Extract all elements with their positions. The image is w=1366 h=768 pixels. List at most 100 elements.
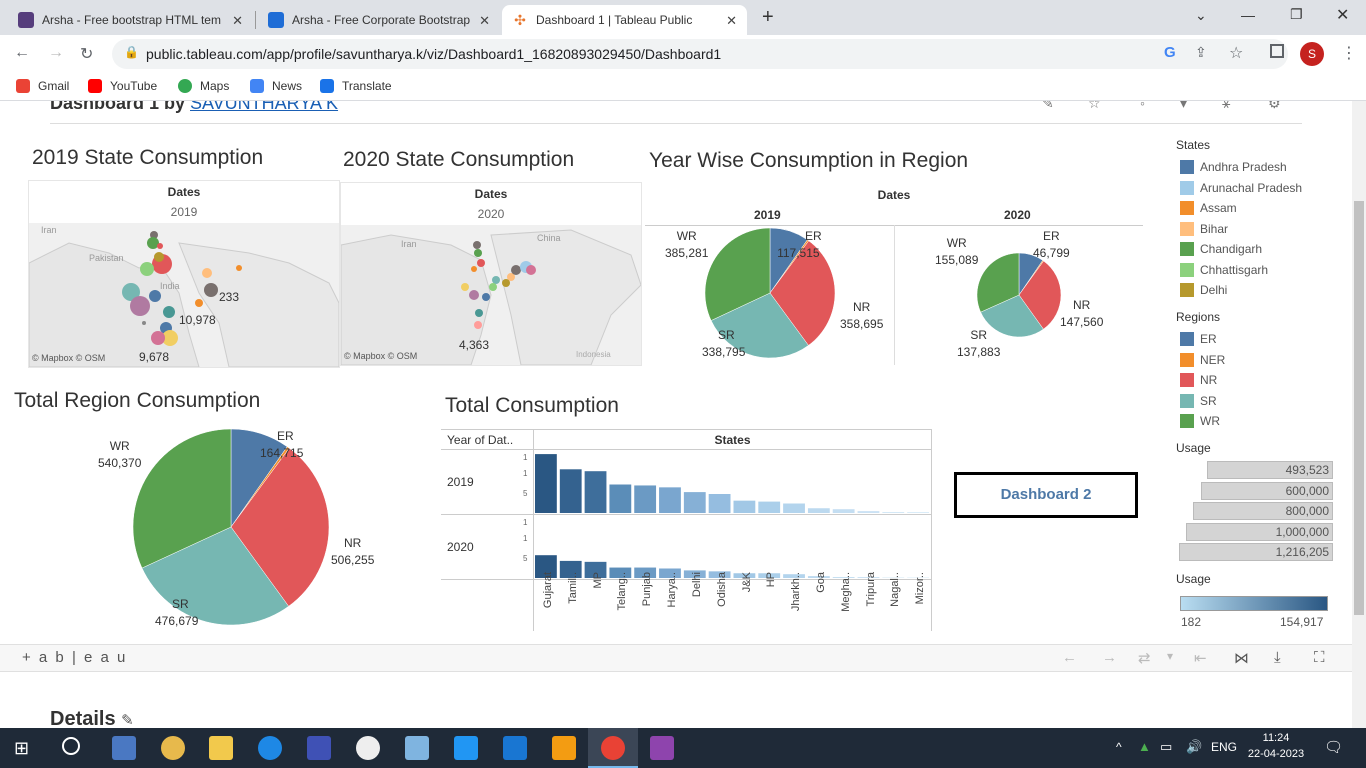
calendar-icon[interactable]	[503, 736, 527, 760]
edge-icon[interactable]	[258, 736, 282, 760]
omnibox[interactable]: 🔒 public.tableau.com/app/profile/savunth…	[112, 39, 1288, 69]
close-icon[interactable]: ✕	[479, 13, 490, 29]
star-icon[interactable]: ☆	[1229, 43, 1243, 63]
pc-icon[interactable]	[112, 736, 136, 760]
language-indicator[interactable]: ENG	[1211, 740, 1237, 754]
legend-item[interactable]: Andhra Pradesh	[1180, 160, 1287, 174]
views-icon[interactable]: ◦	[1140, 101, 1145, 111]
close-window-icon[interactable]: ✕	[1336, 5, 1349, 25]
tray-up-icon[interactable]: ^	[1116, 740, 1122, 754]
x-tick-label: J&K	[740, 572, 753, 593]
bar-2019-9[interactable]	[758, 501, 781, 513]
app-icon[interactable]	[405, 736, 429, 760]
bar-2019-10[interactable]	[783, 503, 805, 514]
legend-item[interactable]: Chhattisgarh	[1180, 262, 1268, 277]
bookmark-maps[interactable]: Maps	[178, 79, 229, 93]
network-icon[interactable]: ⚹	[1222, 101, 1230, 112]
legend-item[interactable]: ER	[1180, 332, 1217, 346]
fullscreen-icon[interactable]: ⛶	[1314, 649, 1325, 666]
legend-item[interactable]: NR	[1180, 373, 1217, 387]
dashboard-2-button[interactable]: Dashboard 2	[954, 472, 1138, 518]
bar-2019-6[interactable]	[683, 492, 706, 513]
page-scrollbar[interactable]	[1352, 101, 1366, 728]
bar-2019-12[interactable]	[832, 509, 855, 513]
tray-app-icon[interactable]: ▲	[1138, 739, 1151, 754]
pencil-icon[interactable]: ✎	[121, 712, 134, 729]
settings-icon[interactable]: ⚙	[1268, 101, 1281, 112]
share-icon[interactable]: ⋈	[1234, 649, 1249, 667]
bar-2019-14[interactable]	[882, 512, 905, 513]
sidepanel-icon[interactable]	[1270, 44, 1284, 58]
new-tab-icon[interactable]: +	[762, 6, 774, 29]
windows-start-icon[interactable]: ⊞	[14, 738, 29, 759]
download-icon[interactable]: ⤓	[1274, 649, 1281, 666]
mail-icon[interactable]	[454, 736, 478, 760]
close-icon[interactable]: ✕	[726, 13, 737, 29]
author-link[interactable]: SAVUNTHARYA K	[190, 101, 338, 114]
browser-tab[interactable]: Arsha - Free Corporate Bootstrap ✕	[258, 5, 500, 35]
bar-2019-8[interactable]	[733, 500, 756, 513]
favorite-icon[interactable]: ☆	[1088, 101, 1101, 112]
bar-2019-7[interactable]	[708, 494, 731, 513]
url-text[interactable]: public.tableau.com/app/profile/savunthar…	[146, 46, 721, 62]
sublime-icon[interactable]	[552, 736, 576, 760]
scrollbar-thumb[interactable]	[1354, 201, 1364, 615]
reload-icon[interactable]: ↻	[80, 44, 93, 64]
bar-2019-15[interactable]	[907, 512, 929, 513]
minimize-icon[interactable]: —	[1241, 7, 1255, 23]
bookmark-translate[interactable]: Translate	[320, 79, 392, 93]
total-consumption-chart[interactable]: Year of Dat.. States 2019 2020 1 1 5 1 1…	[441, 429, 932, 631]
paint-icon[interactable]	[161, 736, 185, 760]
notification-icon[interactable]: 🗨	[1324, 738, 1343, 756]
battery-icon[interactable]: ▭	[1160, 739, 1172, 755]
legend-item[interactable]: SR	[1180, 393, 1217, 408]
map-canvas[interactable]: Iran China Indonesia	[341, 225, 641, 365]
legend-item[interactable]: Delhi	[1180, 283, 1227, 297]
bar-2019-5[interactable]	[659, 487, 681, 513]
menu-icon[interactable]: ⋮	[1341, 43, 1357, 63]
bar-2019-1[interactable]	[559, 469, 582, 513]
bookmark-gmail[interactable]: Gmail	[16, 79, 69, 93]
bar-2019-4[interactable]	[634, 485, 657, 513]
legend-item[interactable]: Assam	[1180, 201, 1237, 215]
bar-2019-0[interactable]	[535, 454, 557, 513]
clock-date[interactable]: 22-04-2023	[1246, 748, 1306, 760]
region-pies[interactable]: Dates 2019 2020 WR 385,281 ER 117,515 NR 35…	[645, 182, 1143, 366]
legend-item[interactable]: Arunachal Pradesh	[1180, 180, 1302, 195]
bar-2019-13[interactable]	[857, 511, 880, 513]
bar-plot[interactable]	[534, 449, 931, 579]
map-2019[interactable]: Dates 2019 Iran Pakistan India 233 10,97…	[28, 180, 340, 368]
map-2020[interactable]: Dates 2020 Iran China Indonesia 4,363 © …	[340, 182, 642, 366]
browser-tab[interactable]: Arsha - Free bootstrap HTML tem ✕	[8, 5, 253, 35]
share-icon[interactable]: ⇪	[1195, 44, 1207, 61]
winrar-icon[interactable]	[650, 736, 674, 760]
store-icon[interactable]	[307, 736, 331, 760]
edit-icon[interactable]: ✎	[1042, 101, 1054, 112]
restore-icon[interactable]: ❐	[1290, 6, 1303, 23]
tableau-logo[interactable]: + a b | e a u	[22, 649, 127, 666]
legend-item[interactable]: NER	[1180, 352, 1225, 367]
bookmark-youtube[interactable]: YouTube	[88, 79, 157, 93]
bookmark-news[interactable]: News	[250, 79, 302, 93]
search-icon[interactable]	[62, 737, 80, 755]
media-icon[interactable]	[356, 736, 380, 760]
pie-2020[interactable]	[977, 253, 1061, 337]
map-canvas[interactable]: Iran Pakistan India	[29, 223, 339, 367]
bar-2019-2[interactable]	[584, 471, 607, 513]
chrome-icon[interactable]	[601, 736, 625, 760]
back-icon[interactable]: ←	[14, 44, 30, 62]
legend-item[interactable]: Bihar	[1180, 221, 1228, 236]
close-icon[interactable]: ✕	[232, 13, 243, 29]
google-icon[interactable]: G	[1164, 44, 1176, 61]
more-icon[interactable]: ▾	[1180, 101, 1187, 112]
file-explorer-icon[interactable]	[209, 736, 233, 760]
clock-time[interactable]: 11:24	[1252, 732, 1300, 744]
legend-item[interactable]: WR	[1180, 414, 1220, 428]
bar-2019-11[interactable]	[807, 508, 830, 513]
browser-tab-active[interactable]: ✣ Dashboard 1 | Tableau Public ✕	[502, 5, 747, 35]
bar-2019-3[interactable]	[609, 484, 632, 514]
legend-item[interactable]: Chandigarh	[1180, 242, 1262, 256]
volume-icon[interactable]: 🔊	[1186, 739, 1202, 755]
profile-avatar[interactable]: S	[1300, 42, 1324, 66]
tab-search-icon[interactable]: ⌄	[1195, 7, 1207, 24]
